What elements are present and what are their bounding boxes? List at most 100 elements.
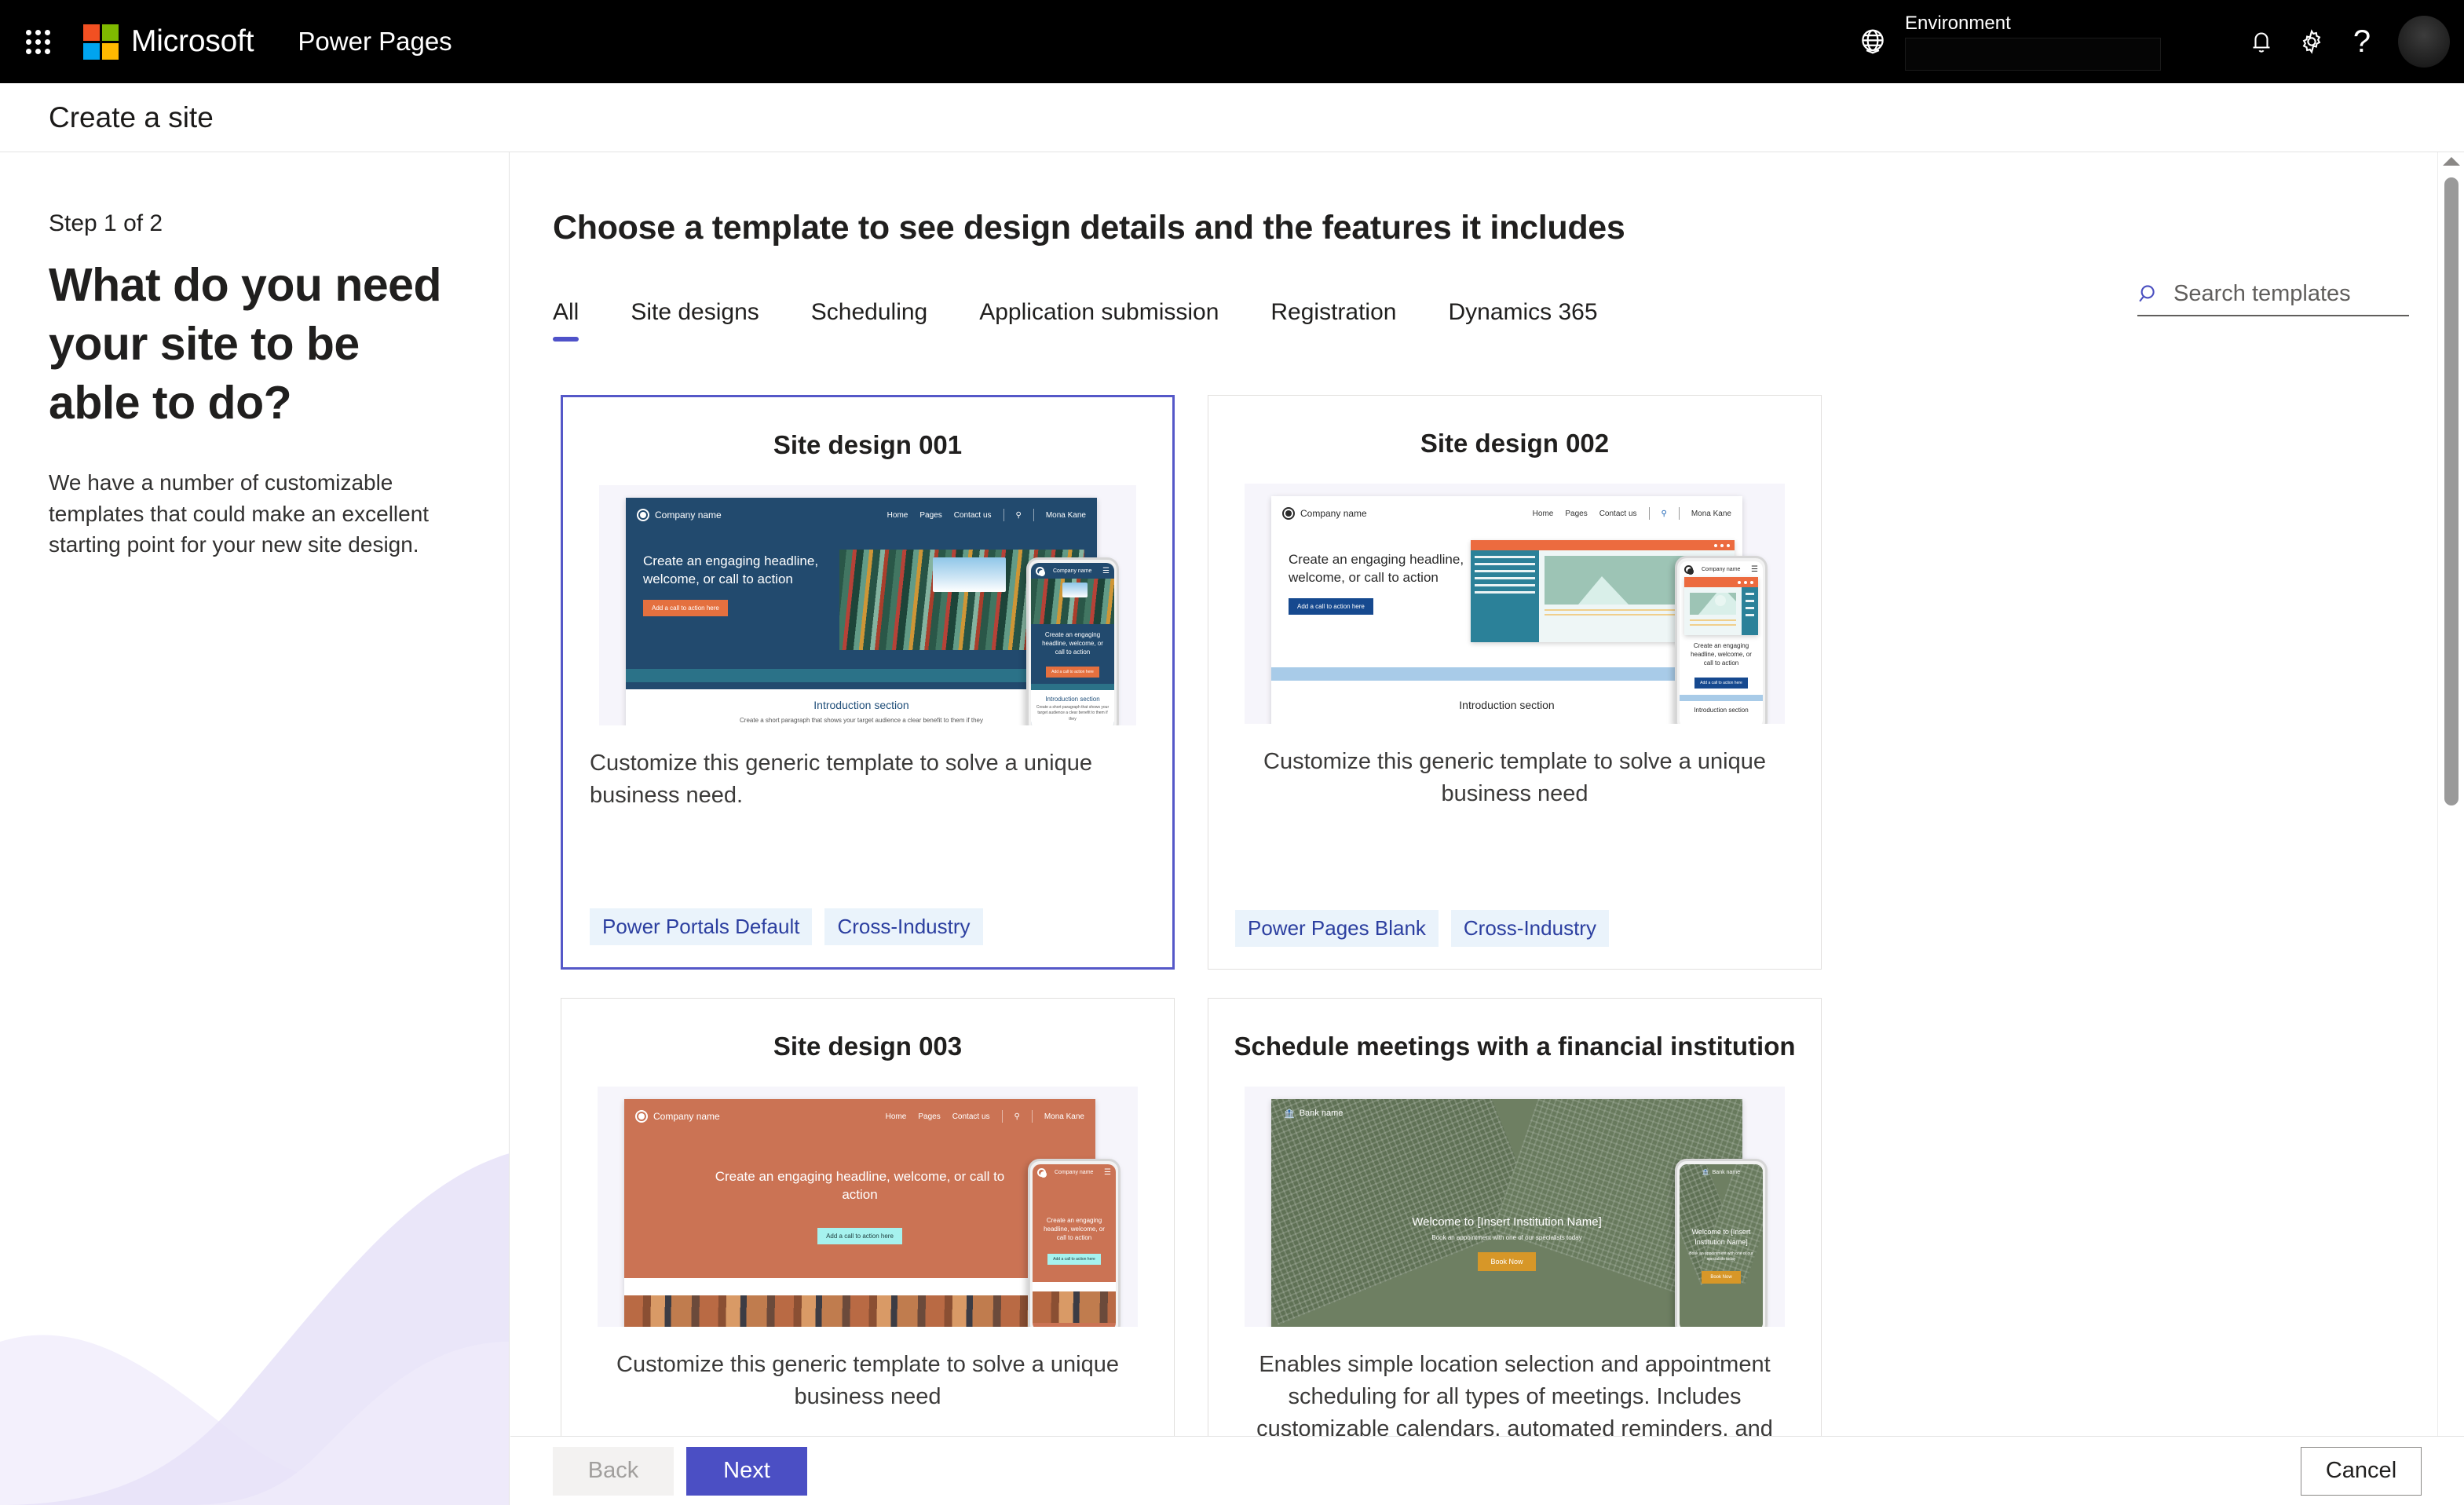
search-templates-box[interactable]	[2137, 281, 2409, 316]
preview-nav-home: Home	[1532, 509, 1554, 518]
template-tag[interactable]: Cross-Industry	[824, 908, 983, 945]
back-button[interactable]: Back	[553, 1446, 674, 1496]
template-card-grid: Site design 001 Company name Home Pages	[561, 395, 1833, 1436]
search-input[interactable]	[2173, 281, 2385, 307]
wizard-description: We have a number of customizable templat…	[49, 469, 430, 557]
cancel-button[interactable]: Cancel	[2301, 1446, 2422, 1496]
template-tag[interactable]: Power Portals Default	[590, 908, 813, 945]
environment-label: Environment	[1905, 13, 2011, 34]
preview-nav-pages: Pages	[1565, 509, 1588, 518]
company-logo-icon	[635, 1110, 648, 1123]
template-gallery-pane: Choose a template to see design details …	[510, 152, 2464, 1436]
template-title: Site design 001	[773, 430, 963, 459]
app-name-label[interactable]: Power Pages	[298, 27, 451, 57]
tab-application-submission[interactable]: Application submission	[979, 299, 1219, 342]
next-button[interactable]: Next	[686, 1446, 807, 1496]
search-icon	[2137, 283, 2161, 306]
preview-cta: Add a call to action here	[1289, 597, 1373, 615]
preview-nav-home: Home	[885, 1112, 907, 1121]
step-indicator: Step 1 of 2	[49, 210, 163, 236]
vertical-scrollbar[interactable]	[2437, 152, 2464, 1436]
tab-registration[interactable]: Registration	[1270, 299, 1396, 342]
wizard-left-content: Step 1 of 2 What do you need your site t…	[0, 152, 509, 561]
template-title: Site design 003	[773, 1032, 963, 1061]
suite-header: Microsoft Power Pages Environment ?	[0, 0, 2464, 83]
preview-nav-pages: Pages	[918, 1112, 941, 1121]
template-card-site-design-002[interactable]: Site design 002 Company name Home Pages	[1208, 395, 1822, 970]
preview-intro-title: Introduction section	[1459, 699, 1555, 711]
template-thumbnail: Company name Home Pages Contact us ⚲ Mon…	[599, 485, 1136, 725]
preview-user: Mona Kane	[1045, 510, 1086, 520]
preview-user: Mona Kane	[1044, 1112, 1084, 1121]
preview-nav-contact: Contact us	[953, 510, 992, 520]
preview-cta: Add a call to action here	[817, 1227, 902, 1244]
preview-cta: Add a call to action here	[643, 599, 728, 616]
preview-subhead: Book an appointment with one of our spec…	[1431, 1233, 1582, 1241]
preview-nav-contact: Contact us	[1599, 509, 1637, 518]
preview-brand: Company name	[1282, 507, 1367, 520]
template-description: Customize this generic template to solve…	[590, 751, 1092, 809]
template-description: Enables simple location selection and ap…	[1256, 1352, 1773, 1436]
wizard-left-pane: Step 1 of 2 What do you need your site t…	[0, 152, 510, 1505]
preview-phone-mockup: 🏦 Bank name Welcome to [Insert Institutio…	[1675, 1159, 1768, 1327]
environment-value[interactable]	[1905, 38, 2161, 71]
preview-brand: 🏦 Bank name	[1284, 1109, 1344, 1119]
preview-brand: Company name	[637, 509, 722, 521]
suite-header-right: Environment ?	[1858, 0, 2464, 83]
template-card-site-design-001[interactable]: Site design 001 Company name Home Pages	[561, 395, 1175, 970]
template-tag[interactable]: Power Pages Blank	[1235, 910, 1439, 947]
app-launcher-icon[interactable]	[17, 21, 58, 62]
page-title: Create a site	[49, 100, 214, 133]
microsoft-squares-icon	[83, 24, 119, 60]
preview-search-icon: ⚲	[1014, 1112, 1020, 1121]
preview-headline: Welcome to [Insert Institution Name]	[1412, 1215, 1602, 1229]
template-title: Schedule meetings with a financial insti…	[1234, 1032, 1796, 1061]
preview-headline: Create an engaging headline, welcome, or…	[643, 553, 819, 586]
preview-phone-mockup: Company name ☰ Create an engaging headli…	[1675, 556, 1768, 724]
preview-phone-mockup: Company name ☰ Create an engaging headli…	[1026, 557, 1119, 725]
avatar[interactable]	[2398, 16, 2450, 68]
bank-icon: 🏦	[1284, 1109, 1295, 1119]
preview-nav-home: Home	[887, 510, 908, 520]
preview-search-icon: ⚲	[1661, 509, 1667, 518]
template-tag[interactable]: Cross-Industry	[1450, 910, 1609, 947]
scrollbar-thumb[interactable]	[2444, 177, 2459, 805]
environment-picker[interactable]: Environment	[1905, 13, 2161, 71]
gallery-heading: Choose a template to see design details …	[553, 209, 1625, 247]
preview-user: Mona Kane	[1691, 509, 1731, 518]
preview-nav-contact: Contact us	[952, 1112, 990, 1121]
template-thumbnail: Company name Home Pages Contact us ⚲ Mon…	[598, 1087, 1138, 1327]
preview-cta: Book Now	[1478, 1251, 1536, 1271]
template-tags: Power Pages Blank Cross-Industry	[1208, 910, 1821, 969]
preview-nav-pages: Pages	[919, 510, 942, 520]
template-card-schedule-meetings-financial[interactable]: Schedule meetings with a financial insti…	[1208, 998, 1822, 1436]
company-logo-icon	[1282, 507, 1295, 520]
template-title: Site design 002	[1420, 429, 1610, 458]
tab-scheduling[interactable]: Scheduling	[811, 299, 927, 342]
preview-phone-mockup: Company name ☰ Create an engaging headli…	[1028, 1159, 1120, 1327]
preview-intro-body: Create a short paragraph that shows your…	[740, 717, 983, 724]
globe-icon[interactable]	[1858, 27, 1888, 57]
scroll-up-arrow-icon[interactable]	[2442, 157, 2460, 166]
template-thumbnail: Company name Home Pages Contact us ⚲ Mon…	[1245, 484, 1785, 724]
preview-search-icon: ⚲	[1015, 510, 1022, 520]
page-titlebar: Create a site	[0, 83, 2464, 152]
notifications-icon[interactable]	[2236, 0, 2287, 83]
preview-brand: Company name	[635, 1110, 720, 1123]
help-icon[interactable]: ?	[2337, 0, 2387, 83]
decorative-waves	[0, 1153, 509, 1505]
tab-dynamics-365[interactable]: Dynamics 365	[1448, 299, 1597, 342]
microsoft-logo[interactable]: Microsoft	[83, 24, 254, 60]
wizard-question: What do you need your site to be able to…	[49, 259, 442, 429]
template-thumbnail: 🏦 Bank name Welcome to [Insert Instituti…	[1245, 1087, 1785, 1327]
template-description: Customize this generic template to solve…	[1263, 749, 1766, 807]
settings-gear-icon[interactable]	[2287, 0, 2337, 83]
template-tags: Power Portals Default Cross-Industry	[563, 908, 1172, 967]
company-logo-icon	[637, 509, 649, 521]
tab-all[interactable]: All	[553, 299, 579, 342]
template-card-site-design-003[interactable]: Site design 003 Company name Home Pages …	[561, 998, 1175, 1436]
preview-headline: Create an engaging headline, welcome, or…	[715, 1169, 1005, 1202]
preview-intro-title: Introduction section	[813, 699, 909, 711]
template-description: Customize this generic template to solve…	[616, 1352, 1119, 1410]
tab-site-designs[interactable]: Site designs	[631, 299, 759, 342]
